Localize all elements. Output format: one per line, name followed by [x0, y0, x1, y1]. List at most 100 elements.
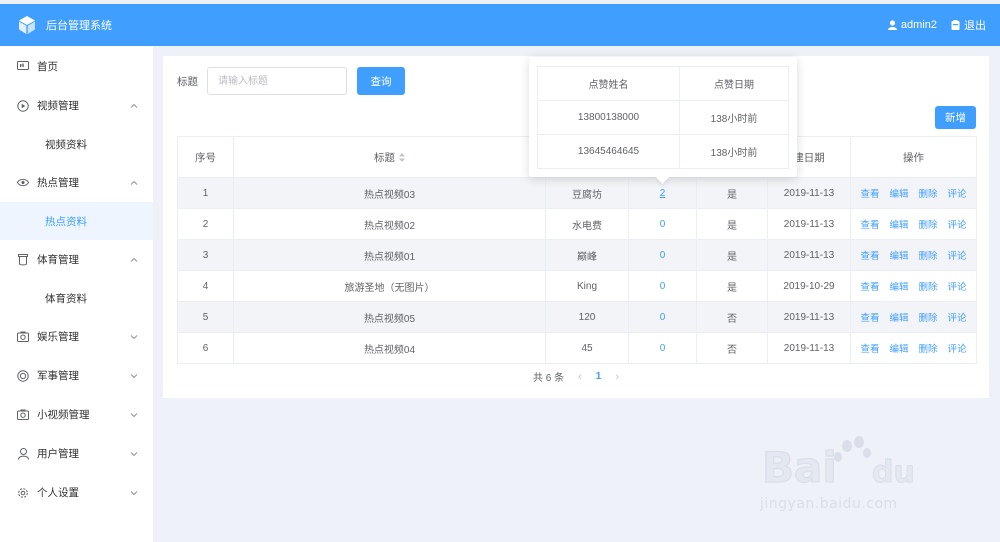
sidebar-item-hotspot[interactable]: 热点管理	[0, 163, 153, 202]
sidebar-item-label: 首页	[37, 60, 58, 73]
popover-header-row: 点赞姓名 点赞日期	[536, 66, 789, 101]
target-icon	[17, 369, 29, 382]
edit-button[interactable]: 编辑	[889, 282, 908, 293]
cell-ops: 查看 编辑 删除 评论	[850, 239, 977, 271]
edit-button[interactable]: 编辑	[889, 220, 908, 231]
cell-index: 5	[177, 301, 234, 333]
logout-icon	[951, 20, 960, 30]
cell-index: 3	[177, 239, 234, 271]
baidu-watermark: Bai du jingyan.baidu.com	[760, 432, 960, 522]
add-button[interactable]: 新增	[935, 106, 976, 129]
sidebar-item-military[interactable]: 军事管理	[0, 356, 153, 395]
cell-ops: 查看 编辑 删除 评论	[850, 177, 977, 209]
cell-likes: 0	[628, 301, 697, 333]
sidebar-item-home[interactable]: 首页	[0, 46, 153, 86]
edit-button[interactable]: 编辑	[889, 313, 908, 324]
likes-count-link[interactable]: 0	[660, 343, 666, 354]
col-header-ops: 操作	[850, 136, 977, 178]
sidebar-item-settings[interactable]: 个人设置	[0, 473, 153, 512]
sidebar-subitem-video-data[interactable]: 视频资料	[0, 125, 153, 163]
sidebar-item-label: 热点管理	[37, 177, 79, 189]
table-row: 1 热点视频03 豆腐坊 2 是 2019-11-13 查看 编辑 删除 评论	[177, 177, 977, 209]
user-icon	[887, 20, 897, 30]
sidebar-item-label: 用户管理	[37, 448, 79, 460]
table-row: 2 热点视频02 水电费 0 是 2019-11-13 查看 编辑 删除 评论	[177, 208, 977, 240]
chevron-down-icon	[130, 451, 138, 456]
likes-count-link[interactable]: 0	[660, 250, 666, 261]
monitor-icon	[17, 60, 29, 72]
comment-button[interactable]: 评论	[948, 189, 967, 200]
view-button[interactable]: 查看	[860, 313, 879, 324]
search-label: 标题	[177, 75, 198, 88]
logout-label: 退出	[964, 20, 986, 32]
delete-button[interactable]: 删除	[919, 344, 938, 355]
delete-button[interactable]: 删除	[919, 220, 938, 231]
view-button[interactable]: 查看	[860, 220, 879, 231]
pagination-next-button[interactable]: ›	[615, 371, 619, 383]
title-search-input[interactable]	[207, 67, 347, 95]
cell-title: 热点视频05	[233, 301, 546, 333]
view-button[interactable]: 查看	[860, 189, 879, 200]
col-header-title[interactable]: 标题	[233, 136, 546, 178]
chevron-down-icon	[130, 412, 138, 417]
sidebar-item-entertainment[interactable]: 娱乐管理	[0, 317, 153, 356]
comment-button[interactable]: 评论	[948, 220, 967, 231]
svg-text:Bai: Bai	[762, 443, 837, 492]
search-bar: 标题 查询	[177, 67, 405, 95]
edit-button[interactable]: 编辑	[889, 189, 908, 200]
edit-button[interactable]: 编辑	[889, 344, 908, 355]
user-menu[interactable]: admin2	[887, 19, 937, 31]
likes-count-link[interactable]: 0	[660, 312, 666, 323]
cell-author: 豆腐坊	[545, 177, 629, 209]
sidebar-item-video[interactable]: 视频管理	[0, 86, 153, 125]
delete-button[interactable]: 删除	[919, 282, 938, 293]
popover-like-date: 138小时前	[679, 100, 789, 135]
table-row: 3 热点视频01 巅峰 0 是 2019-11-13 查看 编辑 删除 评论	[177, 239, 977, 271]
camera-icon	[17, 409, 29, 421]
cell-likes: 0	[628, 208, 697, 240]
popover-col-name: 点赞姓名	[536, 66, 681, 101]
top-header: 后台管理系统 admin2 退出	[0, 4, 1000, 46]
pagination-page-1[interactable]: 1	[596, 371, 602, 382]
sidebar-subitem-hotspot-data[interactable]: 热点资料	[0, 202, 153, 240]
cell-index: 1	[177, 177, 234, 209]
comment-button[interactable]: 评论	[948, 282, 967, 293]
comment-button[interactable]: 评论	[948, 313, 967, 324]
cell-author: 120	[545, 301, 629, 333]
cell-author: 45	[545, 332, 629, 364]
likes-count-link[interactable]: 0	[660, 281, 666, 292]
cell-date: 2019-10-29	[767, 270, 851, 302]
search-button[interactable]: 查询	[357, 67, 405, 95]
view-button[interactable]: 查看	[860, 344, 879, 355]
likes-count-link[interactable]: 0	[660, 219, 666, 230]
pagination-prev-button[interactable]: ‹	[578, 371, 582, 383]
sidebar-item-short-video[interactable]: 小视频管理	[0, 395, 153, 434]
popover-row: 13645464645 138小时前	[536, 134, 789, 169]
sidebar-item-sports[interactable]: 体育管理	[0, 240, 153, 279]
view-button[interactable]: 查看	[860, 282, 879, 293]
delete-button[interactable]: 删除	[919, 251, 938, 262]
chevron-down-icon	[130, 334, 138, 339]
delete-button[interactable]: 删除	[919, 313, 938, 324]
cell-date: 2019-11-13	[767, 239, 851, 271]
cell-flag: 是	[696, 177, 768, 209]
watermark-url: jingyan.baidu.com	[760, 496, 898, 512]
cell-flag: 是	[696, 208, 768, 240]
popover-row: 13800138000 138小时前	[536, 100, 789, 135]
sidebar-item-users[interactable]: 用户管理	[0, 434, 153, 473]
sidebar-subitem-sports-data[interactable]: 体育资料	[0, 279, 153, 317]
edit-button[interactable]: 编辑	[889, 251, 908, 262]
sort-caret-icon[interactable]	[399, 153, 405, 163]
likes-count-link[interactable]: 2	[660, 188, 666, 199]
chevron-up-icon	[130, 180, 138, 185]
comment-button[interactable]: 评论	[948, 344, 967, 355]
username: admin2	[900, 19, 937, 31]
cell-flag: 否	[696, 301, 768, 333]
cell-likes: 0	[628, 270, 697, 302]
view-button[interactable]: 查看	[860, 251, 879, 262]
delete-button[interactable]: 删除	[919, 189, 938, 200]
logout-button[interactable]: 退出	[951, 17, 986, 33]
comment-button[interactable]: 评论	[948, 251, 967, 262]
popover-like-name: 13800138000	[536, 100, 681, 135]
col-header-title-label: 标题	[374, 151, 395, 164]
